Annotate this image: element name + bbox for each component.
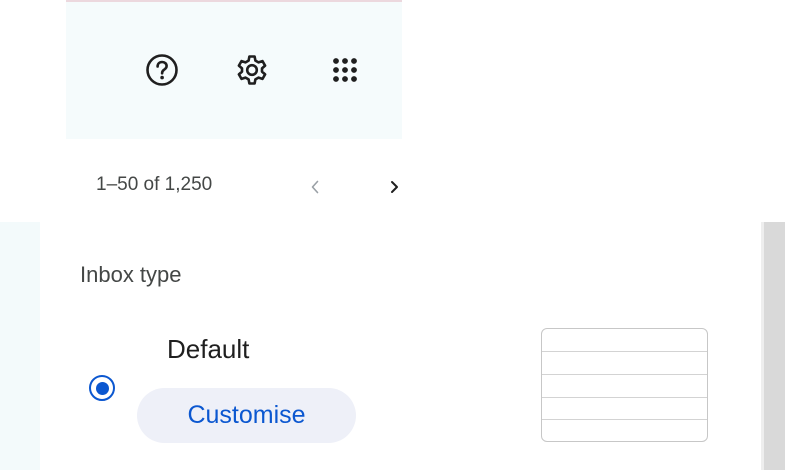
mail-list-edge (0, 222, 40, 470)
divider (66, 0, 402, 2)
apps-grid-icon[interactable] (325, 50, 365, 90)
scrollbar-edge (761, 222, 764, 470)
customise-button[interactable]: Customise (137, 388, 356, 443)
preview-row-line (542, 351, 707, 352)
quick-settings-panel: Inbox type Default Customise (0, 222, 785, 470)
section-title: Inbox type (80, 262, 182, 287)
chevron-right-icon (391, 181, 398, 193)
option-label-default: Default (167, 334, 250, 364)
header-toolbar (66, 0, 402, 139)
pagination-range: 1–50 of 1,250 (96, 174, 213, 195)
preview-row-line (542, 374, 707, 375)
preview-row-line (542, 397, 707, 398)
default-radio[interactable] (86, 372, 118, 404)
chevron-left-icon (311, 180, 319, 194)
radio-ring (89, 375, 115, 401)
inbox-layout-preview (541, 328, 708, 442)
inbox-type-section: Inbox type Default Customise (40, 222, 761, 470)
gear-icon[interactable] (232, 50, 272, 90)
radio-selected-dot (95, 381, 109, 395)
gmail-page: 1–50 of 1,250 Inbox type Default Customi… (0, 0, 785, 470)
panel-scrollbar[interactable] (761, 222, 785, 470)
previous-page-button[interactable] (303, 174, 327, 200)
next-page-button[interactable] (386, 174, 402, 200)
help-icon[interactable] (142, 50, 182, 90)
preview-row-line (542, 419, 707, 420)
